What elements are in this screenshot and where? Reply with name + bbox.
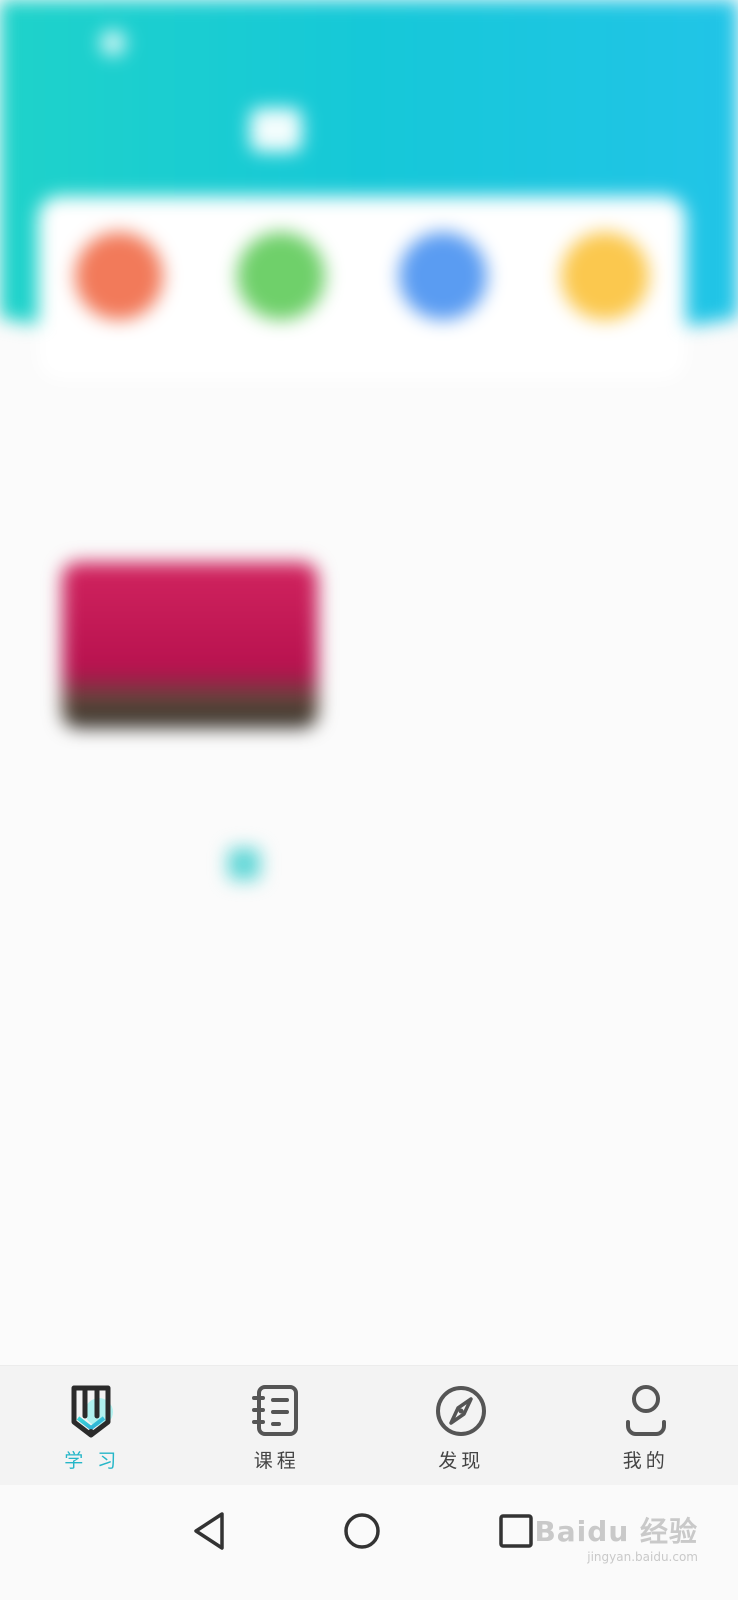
blurred-content [0, 0, 738, 1400]
watermark-sub: jingyan.baidu.com [587, 1550, 698, 1564]
quick-entry-4[interactable] [545, 232, 665, 342]
quick-entry-icon [561, 232, 649, 320]
quick-entry-icon [399, 232, 487, 320]
tab-study[interactable]: 学 习 [32, 1382, 152, 1473]
compass-icon [436, 1386, 487, 1436]
tab-discover[interactable]: 发现 [401, 1382, 521, 1473]
person-icon [625, 1385, 666, 1436]
quick-entry-card [38, 196, 686, 380]
more-courses-link[interactable] [228, 848, 274, 880]
watermark-main: Baidu 经验 [534, 1515, 698, 1548]
tab-mine[interactable]: 我的 [586, 1382, 706, 1473]
tab-courses[interactable]: 课程 [217, 1382, 337, 1473]
status-bar-left [100, 28, 280, 58]
quick-entry-icon [237, 232, 325, 320]
tab-label: 学 习 [64, 1450, 121, 1472]
tab-label: 发现 [438, 1450, 485, 1472]
status-icon [100, 30, 126, 56]
bottom-tab-bar: 学 习 课程 发现 我的 [0, 1365, 738, 1485]
more-link-icon [228, 848, 260, 880]
baidu-watermark: Baidu 经验 jingyan.baidu.com [534, 1510, 698, 1564]
course-thumbnail [62, 562, 318, 728]
course-card[interactable] [62, 562, 702, 762]
quick-entry-icon [75, 232, 163, 320]
pencil-icon [71, 1385, 114, 1438]
recents-square-icon[interactable] [492, 1507, 540, 1555]
quick-entry-1[interactable] [59, 232, 179, 342]
home-circle-icon[interactable] [338, 1507, 386, 1555]
quick-entry-3[interactable] [383, 232, 503, 342]
tab-label: 课程 [253, 1450, 300, 1472]
back-triangle-icon[interactable] [186, 1507, 234, 1555]
notebook-icon [251, 1385, 298, 1436]
logo-mark-icon [250, 108, 302, 152]
app-logo [250, 108, 312, 152]
tab-label: 我的 [622, 1450, 669, 1472]
quick-entry-2[interactable] [221, 232, 341, 342]
